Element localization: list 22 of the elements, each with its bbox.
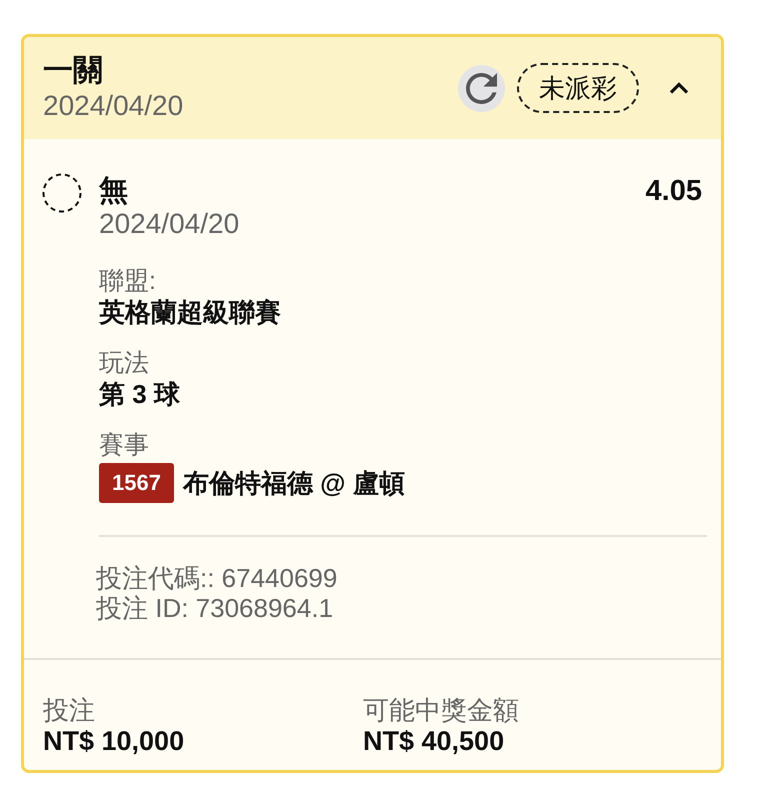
status-badge: 未派彩	[517, 63, 639, 113]
total-label: 可能中獎金額	[363, 694, 519, 726]
detail-label: 賽事	[99, 430, 149, 460]
total-amount: NT$ 40,500	[363, 726, 504, 756]
selection-date: 2024/04/20	[99, 209, 240, 239]
detail-label: 聯盟:	[99, 266, 156, 296]
detail-label: 玩法	[99, 348, 149, 378]
odds-value: 4.05	[646, 174, 702, 209]
selection-name: 無	[99, 174, 128, 209]
bet-date: 2024/04/20	[43, 89, 184, 123]
total-label: 投注	[43, 694, 95, 726]
bet-type-title: 一關	[43, 53, 103, 89]
bet-reference: 投注代碼:: 67440699	[96, 563, 338, 593]
refresh-icon	[466, 72, 497, 104]
refresh-button[interactable]	[458, 64, 505, 112]
total-amount: NT$ 10,000	[43, 726, 184, 756]
match-name: 布倫特福德 @ 盧頓	[182, 467, 405, 499]
chevron-up-icon[interactable]	[669, 82, 689, 94]
event-code-badge: 1567	[99, 463, 174, 503]
detail-value: 第 3 球	[99, 378, 180, 410]
bet-reference: 投注 ID: 73068964.1	[96, 593, 334, 623]
detail-value: 英格蘭超級聯賽	[99, 296, 281, 328]
